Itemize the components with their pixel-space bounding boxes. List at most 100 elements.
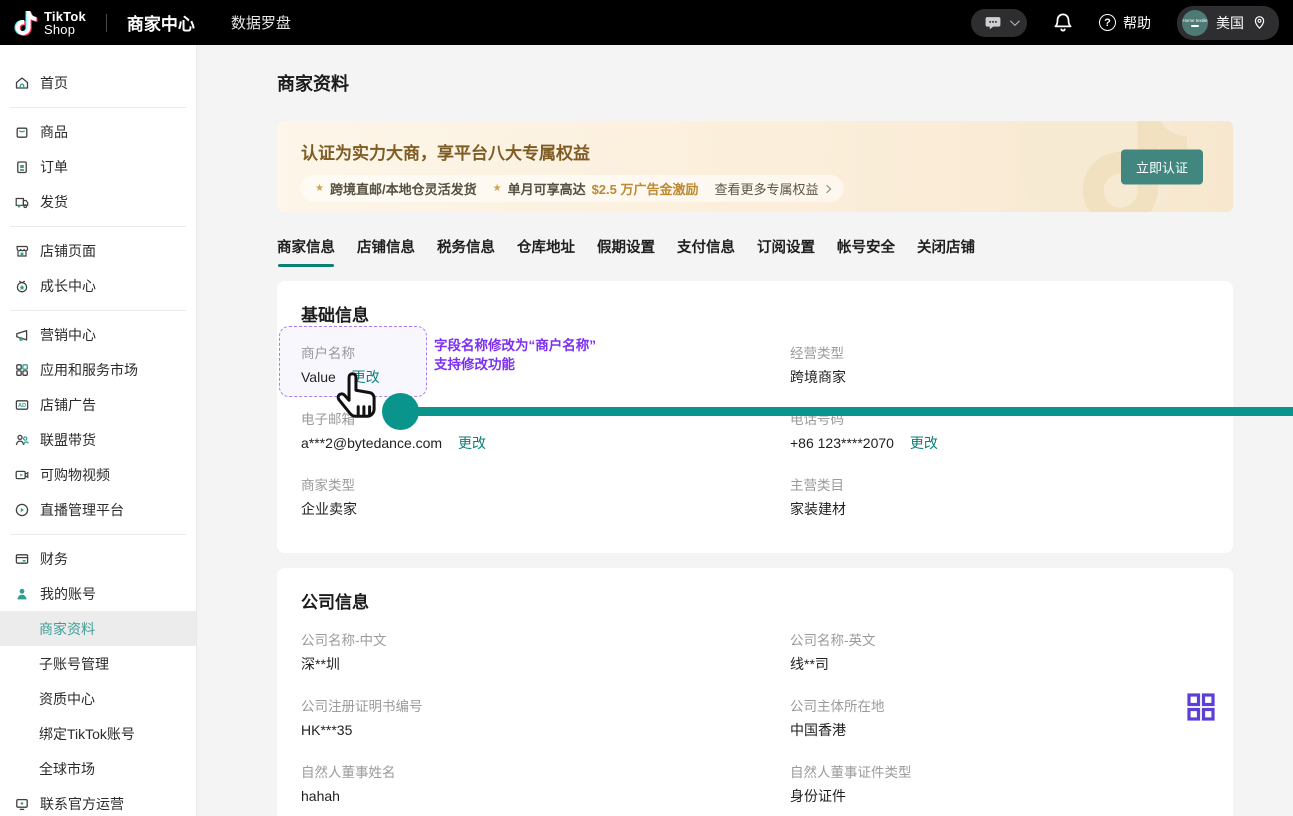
- sidebar-subitem-bind-tiktok[interactable]: 绑定TikTok账号: [0, 716, 196, 751]
- profile-tabs: 商家信息 店铺信息 税务信息 仓库地址 假期设置 支付信息 订阅设置 帐号安全 …: [277, 236, 1233, 267]
- tab-holiday-settings[interactable]: 假期设置: [597, 236, 655, 267]
- sidebar-item-orders[interactable]: 订单: [0, 149, 196, 184]
- help-label: 帮助: [1123, 13, 1151, 33]
- sidebar-item-growth-center[interactable]: 成长中心: [0, 268, 196, 303]
- top-header: TikTok Shop 商家中心 数据罗盘 ? 帮助: [0, 0, 1293, 45]
- sidebar-subitem-qualification[interactable]: 资质中心: [0, 681, 196, 716]
- sidebar-item-shop-page[interactable]: 店铺页面: [0, 233, 196, 268]
- chevron-right-icon: [822, 184, 830, 192]
- basic-info-card: 基础信息 商户名称 Value 更改 经营类型 跨境商家 电子邮箱: [277, 281, 1233, 553]
- notification-bell-icon[interactable]: [1053, 12, 1073, 34]
- account-person-icon: [14, 586, 30, 602]
- sidebar-subitem-subaccount[interactable]: 子账号管理: [0, 646, 196, 681]
- nav-seller-center[interactable]: 商家中心: [127, 10, 195, 35]
- help-button[interactable]: ? 帮助: [1099, 13, 1151, 33]
- tab-warehouse-address[interactable]: 仓库地址: [517, 236, 575, 267]
- shop-region-switcher[interactable]: Home textile 美国: [1177, 6, 1279, 40]
- tab-payment-info[interactable]: 支付信息: [677, 236, 735, 267]
- star-icon: ★: [315, 183, 324, 194]
- sidebar-divider: [10, 310, 186, 311]
- shop-avatar: Home textile: [1182, 10, 1208, 36]
- sidebar-item-affiliate[interactable]: 联盟带货: [0, 422, 196, 457]
- field-company-name-en: 公司名称-英文 线**司: [790, 632, 1209, 674]
- field-company-name-cn: 公司名称-中文 深**圳: [301, 632, 790, 674]
- annotation-note: 字段名称修改为“商户名称” 支持修改功能: [434, 336, 596, 374]
- sidebar-item-live-management[interactable]: 直播管理平台: [0, 492, 196, 527]
- sidebar-item-marketing-center[interactable]: 营销中心: [0, 317, 196, 352]
- home-icon: [14, 75, 30, 91]
- sidebar-item-home[interactable]: 首页: [0, 65, 196, 100]
- video-camera-icon: [14, 467, 30, 483]
- sidebar-item-app-service-market[interactable]: 应用和服务市场: [0, 352, 196, 387]
- field-registration-number: 公司注册证明书编号 HK***35: [301, 698, 790, 740]
- tab-close-shop[interactable]: 关闭店铺: [917, 236, 975, 267]
- product-bag-icon: [14, 124, 30, 140]
- annotation-connector-line: [400, 407, 1293, 416]
- view-more-perks-link[interactable]: 查看更多专属权益: [715, 179, 830, 198]
- affiliate-people-icon: [14, 432, 30, 448]
- tab-account-security[interactable]: 帐号安全: [837, 236, 895, 267]
- annotation-connector-dot: [382, 393, 419, 430]
- company-info-title: 公司信息: [301, 592, 1209, 614]
- storefront-icon: [14, 243, 30, 259]
- location-pin-icon: [1252, 15, 1267, 30]
- contact-support-icon: [14, 796, 30, 812]
- field-merchant-type: 商家类型 企业卖家: [301, 477, 790, 519]
- certify-now-button[interactable]: 立即认证: [1121, 149, 1203, 184]
- star-icon: ★: [493, 183, 502, 194]
- page-title: 商家资料: [277, 72, 1233, 96]
- header-divider: [106, 14, 107, 32]
- change-phone-link[interactable]: 更改: [910, 435, 938, 451]
- field-phone: 电话号码 +86 123****2070 更改: [790, 411, 1209, 453]
- live-play-icon: [14, 502, 30, 518]
- sidebar-divider: [10, 534, 186, 535]
- sidebar-item-shoppable-video[interactable]: 可购物视频: [0, 457, 196, 492]
- logo-wordmark: TikTok Shop: [44, 10, 86, 36]
- sidebar-divider: [10, 226, 186, 227]
- sidebar-item-finance[interactable]: 财务: [0, 541, 196, 576]
- truck-icon: [14, 194, 30, 210]
- certification-banner: 认证为实力大商，享平台八大专属权益 ★ 跨境直邮/本地仓灵活发货 ★ 单月可享高…: [277, 121, 1233, 212]
- sidebar: 首页 商品 订单 发货 店铺页面 成长中心 营销中心: [0, 45, 197, 816]
- sidebar-item-shop-ads[interactable]: AD 店铺广告: [0, 387, 196, 422]
- ad-icon: AD: [14, 397, 30, 413]
- help-icon: ?: [1099, 14, 1116, 31]
- company-info-card: 公司信息 公司名称-中文 深**圳 公司名称-英文 线**司 公司注册证明书编号…: [277, 568, 1233, 816]
- tab-shop-info[interactable]: 店铺信息: [357, 236, 415, 267]
- apps-grid-icon: [14, 362, 30, 378]
- banner-perks: ★ 跨境直邮/本地仓灵活发货 ★ 单月可享高达 $2.5 万广告金激励 查看更多…: [301, 175, 844, 202]
- tab-merchant-info[interactable]: 商家信息: [277, 236, 335, 267]
- sidebar-subitem-global-market[interactable]: 全球市场: [0, 751, 196, 786]
- field-main-category: 主营类目 家装建材: [790, 477, 1209, 519]
- tiktok-shop-logo[interactable]: TikTok Shop: [14, 9, 86, 37]
- chevron-down-icon: [1010, 16, 1020, 26]
- perk-shipping: ★ 跨境直邮/本地仓灵活发货: [315, 179, 477, 198]
- sidebar-item-products[interactable]: 商品: [0, 114, 196, 149]
- sidebar-item-contact-official[interactable]: 联系官方运营: [0, 786, 196, 816]
- tab-tax-info[interactable]: 税务信息: [437, 236, 495, 267]
- tab-subscription-settings[interactable]: 订阅设置: [757, 236, 815, 267]
- field-business-type: 经营类型 跨境商家: [790, 345, 1209, 387]
- perk-ad-incentive: ★ 单月可享高达 $2.5 万广告金激励: [493, 179, 699, 198]
- field-director-id-type: 自然人董事证件类型 身份证件: [790, 764, 1209, 806]
- field-company-location: 公司主体所在地 中国香港: [790, 698, 1209, 740]
- sidebar-divider: [10, 107, 186, 108]
- tiktok-note-icon: [14, 9, 38, 37]
- grid-component-icon: [1187, 693, 1215, 721]
- banner-title: 认证为实力大商，享平台八大专属权益: [301, 139, 1233, 164]
- growth-badge-icon: [14, 278, 30, 294]
- region-label: 美国: [1216, 13, 1244, 33]
- change-email-link[interactable]: 更改: [458, 435, 486, 451]
- tiktok-shop-seller-center: TikTok Shop 商家中心 数据罗盘 ? 帮助: [0, 0, 1293, 816]
- sidebar-item-my-account[interactable]: 我的账号: [0, 576, 196, 611]
- field-director-name: 自然人董事姓名 hahah: [301, 764, 790, 806]
- sidebar-subitem-merchant-profile[interactable]: 商家资料: [0, 611, 196, 646]
- main-content: 商家资料 认证为实力大商，享平台八大专属权益 ★ 跨境直邮/本地仓灵活发货 ★ …: [197, 45, 1293, 816]
- nav-data-compass[interactable]: 数据罗盘: [231, 12, 291, 33]
- svg-text:AD: AD: [18, 403, 26, 409]
- order-clipboard-icon: [14, 159, 30, 175]
- language-selector[interactable]: [971, 9, 1027, 37]
- sidebar-item-shipping[interactable]: 发货: [0, 184, 196, 219]
- megaphone-icon: [14, 327, 30, 343]
- chat-bubble-icon: [983, 14, 1003, 32]
